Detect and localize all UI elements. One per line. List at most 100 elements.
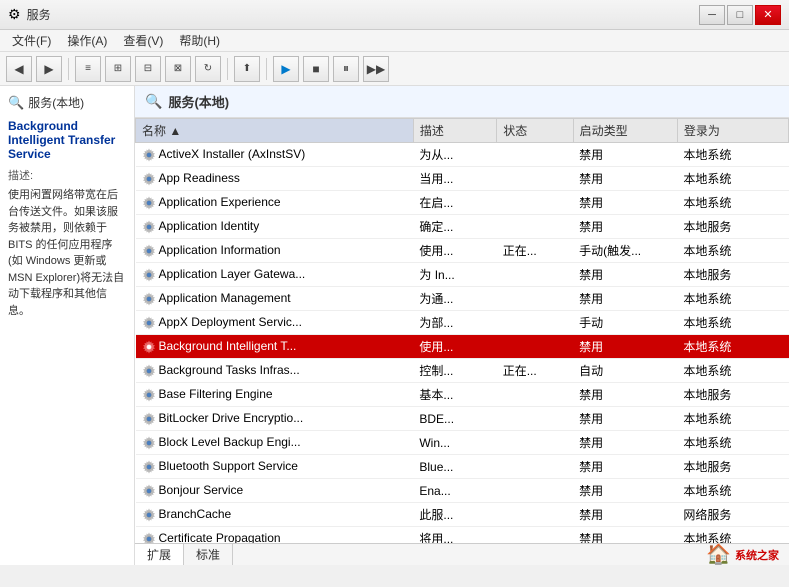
menu-view[interactable]: 查看(V) — [115, 30, 171, 51]
service-gear-icon — [142, 460, 156, 474]
service-start-type-cell: 手动(触发... — [573, 239, 677, 263]
table-row[interactable]: Background Tasks Infras...控制...正在...自动本地… — [136, 359, 789, 383]
service-gear-icon — [142, 148, 156, 162]
service-desc-cell: 使用... — [413, 335, 496, 359]
menu-action[interactable]: 操作(A) — [59, 30, 115, 51]
service-desc-cell: 使用... — [413, 239, 496, 263]
service-desc-cell: 为 In... — [413, 263, 496, 287]
service-start-type-cell: 禁用 — [573, 167, 677, 191]
main-content: 🔍 服务(本地) Background Intelligent Transfer… — [0, 86, 789, 565]
col-login-as[interactable]: 登录为 — [677, 119, 788, 143]
menu-help[interactable]: 帮助(H) — [171, 30, 228, 51]
service-login-cell: 本地服务 — [677, 263, 788, 287]
service-status-cell — [497, 143, 573, 167]
table-row[interactable]: BranchCache此服...禁用网络服务 — [136, 503, 789, 527]
table-row[interactable]: Certificate Propagation将用...禁用本地系统 — [136, 527, 789, 544]
col-status[interactable]: 状态 — [497, 119, 573, 143]
forward-button[interactable]: ▶ — [36, 56, 62, 82]
service-status-cell — [497, 263, 573, 287]
toolbar-refresh[interactable]: ↻ — [195, 56, 221, 82]
service-desc-cell: 基本... — [413, 383, 496, 407]
service-name-cell: BitLocker Drive Encryptio... — [136, 407, 414, 431]
window-title: 服务 — [27, 6, 51, 23]
stop-button[interactable]: ■ — [303, 56, 329, 82]
service-status-cell — [497, 311, 573, 335]
service-name-cell: Certificate Propagation — [136, 527, 414, 544]
service-desc-cell: Blue... — [413, 455, 496, 479]
service-start-type-cell: 禁用 — [573, 455, 677, 479]
table-row[interactable]: Application Identity确定...禁用本地服务 — [136, 215, 789, 239]
service-name-cell: Application Information — [136, 239, 414, 263]
service-login-cell: 本地服务 — [677, 455, 788, 479]
tab-extended[interactable]: 扩展 — [135, 544, 184, 565]
maximize-button[interactable]: □ — [727, 5, 753, 25]
back-button[interactable]: ◀ — [6, 56, 32, 82]
sidebar-desc-label: 描述: — [8, 167, 126, 183]
service-status-cell — [497, 479, 573, 503]
service-gear-icon — [142, 268, 156, 282]
tab-standard[interactable]: 标准 — [184, 544, 233, 565]
table-row[interactable]: BitLocker Drive Encryptio...BDE...禁用本地系统 — [136, 407, 789, 431]
table-row[interactable]: Application Layer Gatewa...为 In...禁用本地服务 — [136, 263, 789, 287]
service-desc-cell: Ena... — [413, 479, 496, 503]
service-name-cell: Background Intelligent T... — [136, 335, 414, 359]
service-gear-icon — [142, 244, 156, 258]
pause-button[interactable]: ⏸ — [333, 56, 359, 82]
service-login-cell: 本地系统 — [677, 479, 788, 503]
table-row[interactable]: Application Experience在启...禁用本地系统 — [136, 191, 789, 215]
service-login-cell: 本地系统 — [677, 431, 788, 455]
table-row[interactable]: Base Filtering Engine基本...禁用本地服务 — [136, 383, 789, 407]
toolbar-separator-1 — [68, 58, 69, 80]
services-header: 🔍 服务(本地) — [135, 86, 789, 118]
service-desc-cell: 将用... — [413, 527, 496, 544]
service-desc-cell: BDE... — [413, 407, 496, 431]
resume-button[interactable]: ▶▶ — [363, 56, 389, 82]
table-row[interactable]: Application Information使用...正在...手动(触发..… — [136, 239, 789, 263]
service-gear-icon — [142, 412, 156, 426]
table-row[interactable]: Background Intelligent T...使用...禁用本地系统 — [136, 335, 789, 359]
services-table-container: 名称 ▲ 描述 状态 启动类型 登录为 ActiveX Installer (A… — [135, 118, 789, 543]
service-gear-icon — [142, 388, 156, 402]
menu-bar: 文件(F) 操作(A) 查看(V) 帮助(H) — [0, 30, 789, 52]
service-start-type-cell: 手动 — [573, 311, 677, 335]
service-name-cell: Base Filtering Engine — [136, 383, 414, 407]
service-login-cell: 本地系统 — [677, 311, 788, 335]
service-desc-cell: 为通... — [413, 287, 496, 311]
service-desc-cell: 在启... — [413, 191, 496, 215]
minimize-button[interactable]: ─ — [699, 5, 725, 25]
service-desc-cell: 控制... — [413, 359, 496, 383]
toolbar-view1[interactable]: ≡ — [75, 56, 101, 82]
service-gear-icon — [142, 364, 156, 378]
col-name[interactable]: 名称 ▲ — [136, 119, 414, 143]
close-button[interactable]: ✕ — [755, 5, 781, 25]
service-desc-cell: 确定... — [413, 215, 496, 239]
table-row[interactable]: Block Level Backup Engi...Win...禁用本地系统 — [136, 431, 789, 455]
right-panel: 🔍 服务(本地) 名称 ▲ 描述 状态 启动类型 登录为 Active — [135, 86, 789, 565]
toolbar-view4[interactable]: ⊠ — [165, 56, 191, 82]
menu-file[interactable]: 文件(F) — [4, 30, 59, 51]
title-bar-left: ⚙ 服务 — [8, 6, 51, 23]
app-icon: ⚙ — [8, 6, 21, 23]
table-row[interactable]: ActiveX Installer (AxInstSV)为从...禁用本地系统 — [136, 143, 789, 167]
table-row[interactable]: App Readiness当用...禁用本地系统 — [136, 167, 789, 191]
service-status-cell — [497, 215, 573, 239]
service-status-cell — [497, 503, 573, 527]
toolbar-view2[interactable]: ⊞ — [105, 56, 131, 82]
col-desc[interactable]: 描述 — [413, 119, 496, 143]
service-name-cell: Application Identity — [136, 215, 414, 239]
table-row[interactable]: Application Management为通...禁用本地系统 — [136, 287, 789, 311]
service-login-cell: 本地系统 — [677, 239, 788, 263]
service-gear-icon — [142, 316, 156, 330]
toolbar-view3[interactable]: ⊟ — [135, 56, 161, 82]
col-start-type[interactable]: 启动类型 — [573, 119, 677, 143]
service-status-cell — [497, 167, 573, 191]
toolbar-export[interactable]: ⬆ — [234, 56, 260, 82]
toolbar-separator-2 — [227, 58, 228, 80]
play-button[interactable]: ▶ — [273, 56, 299, 82]
sidebar-search-icon: 🔍 — [8, 95, 24, 111]
table-row[interactable]: AppX Deployment Servic...为部...手动本地系统 — [136, 311, 789, 335]
service-login-cell: 本地系统 — [677, 167, 788, 191]
service-desc-cell: 当用... — [413, 167, 496, 191]
table-row[interactable]: Bluetooth Support ServiceBlue...禁用本地服务 — [136, 455, 789, 479]
table-row[interactable]: Bonjour ServiceEna...禁用本地系统 — [136, 479, 789, 503]
